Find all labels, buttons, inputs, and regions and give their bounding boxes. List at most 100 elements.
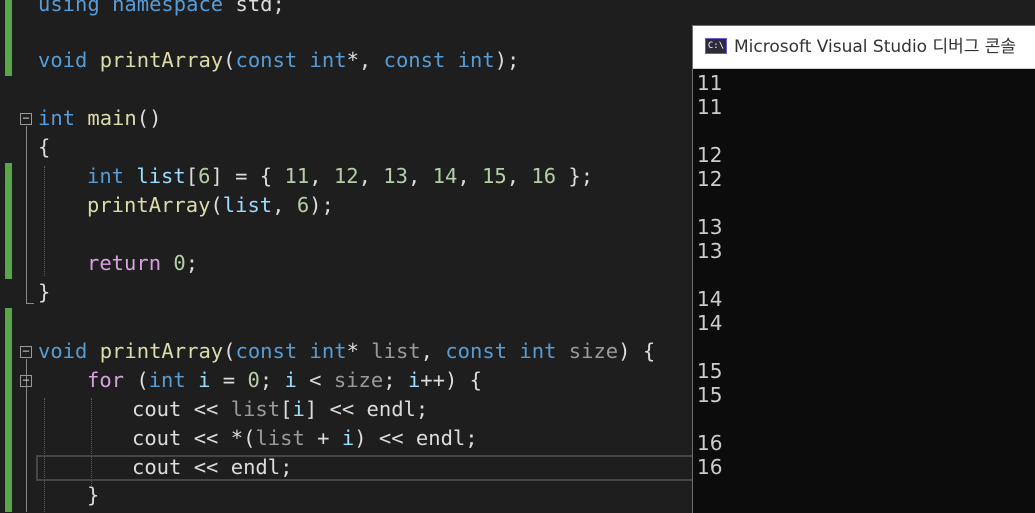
code-token: 12 <box>333 164 359 188</box>
code-line-return[interactable]: return 0; <box>87 249 198 278</box>
code-token: }; <box>556 164 594 188</box>
code-token: ++) { <box>420 368 482 392</box>
code-line-cout-index[interactable]: cout << list[i] << endl; <box>132 395 428 424</box>
debug-console-window[interactable]: C:\ Microsoft Visual Studio 디버그 콘솔 11 11 1… <box>692 25 1035 513</box>
code-token: 6 <box>296 193 310 217</box>
console-output-line: 11 <box>697 71 723 95</box>
code-token: size <box>333 368 384 392</box>
console-title: Microsoft Visual Studio 디버그 콘솔 <box>734 37 1017 57</box>
fold-line <box>26 126 27 303</box>
code-token: ) { <box>618 339 656 363</box>
code-token: [ <box>280 397 293 421</box>
code-token: , <box>457 164 482 188</box>
console-output-line: 15 <box>697 359 723 383</box>
code-token: printArray <box>87 193 211 217</box>
code-line-using[interactable]: using namespace std; <box>38 0 285 19</box>
indent-guide <box>44 166 45 276</box>
code-line-main-close-brace[interactable]: } <box>38 278 50 307</box>
code-token: 0 <box>173 251 186 275</box>
console-output-line: 14 <box>697 287 723 311</box>
console-output-line: 13 <box>697 215 723 239</box>
console-output-line: 15 <box>697 383 723 407</box>
code-line-main-signature[interactable]: int main() <box>38 104 161 133</box>
code-token: 14 <box>432 164 458 188</box>
code-line-cout-pointer[interactable]: cout << *(list + i) << endl; <box>132 424 478 453</box>
code-token: , <box>506 164 532 188</box>
console-output-line: 12 <box>697 143 723 167</box>
console-output-line: 14 <box>697 311 723 335</box>
change-indicator-bar <box>5 308 12 512</box>
collapse-printarray-icon[interactable]: − <box>20 345 32 358</box>
code-token: using <box>38 0 100 16</box>
code-token: cout <box>132 426 182 450</box>
code-token: 16 <box>531 164 557 188</box>
console-output: 11 11 12 12 13 13 14 14 15 15 16 16 <box>697 71 1027 479</box>
code-line-printarray-definition[interactable]: void printArray(const int* list, const i… <box>38 337 655 366</box>
code-token: int <box>309 339 347 363</box>
code-line-prototype[interactable]: void printArray(const int*, const int); <box>38 46 519 75</box>
code-token: } <box>38 280 51 304</box>
code-token: ; <box>280 455 293 479</box>
console-output-line: 11 <box>697 95 723 119</box>
code-token: list <box>230 397 281 421</box>
code-token: printArray <box>99 339 224 363</box>
code-token: *, <box>346 48 384 72</box>
code-token: std; <box>223 0 285 16</box>
code-line-cout-endl[interactable]: cout << endl; <box>132 453 292 482</box>
code-token: ; <box>415 397 429 421</box>
code-token: int <box>38 106 76 130</box>
code-line-for-loop[interactable]: for (int i = 0; i < size; i++) { <box>87 366 482 395</box>
collapse-main-icon[interactable]: − <box>20 112 32 125</box>
code-token: 0 <box>247 368 260 392</box>
code-token: 6 <box>198 164 211 188</box>
code-token: size <box>568 339 619 363</box>
console-app-icon: C:\ <box>705 38 727 54</box>
code-token: ; <box>259 368 285 392</box>
code-token: const <box>235 339 298 363</box>
code-token: list <box>371 339 421 363</box>
code-token: list <box>136 164 186 188</box>
code-token: endl <box>230 455 281 479</box>
code-token: cout <box>132 397 182 421</box>
console-output-line: 13 <box>697 239 723 263</box>
code-token: cout <box>132 455 182 479</box>
code-token: , <box>272 193 297 217</box>
code-token: 11 <box>284 164 310 188</box>
code-token: const <box>235 48 298 72</box>
code-token: ( <box>223 48 236 72</box>
code-token: < <box>296 368 334 392</box>
code-token: printArray <box>99 48 224 72</box>
code-token: ] = { <box>210 164 285 188</box>
code-token: [ <box>185 164 199 188</box>
code-token: 15 <box>482 164 507 188</box>
code-token: ) << <box>354 426 416 450</box>
code-token: for <box>87 368 125 392</box>
code-token: { <box>38 135 51 159</box>
code-line-main-open-brace[interactable]: { <box>38 133 50 162</box>
console-output-line: 16 <box>697 431 723 455</box>
code-token: () <box>136 106 162 130</box>
code-token: void <box>38 339 88 363</box>
collapse-for-loop-icon[interactable]: − <box>20 374 32 387</box>
code-token: list <box>222 193 273 217</box>
code-line-list-declaration[interactable]: int list[6] = { 11, 12, 13, 14, 15, 16 }… <box>87 162 593 191</box>
code-line-for-close-brace[interactable]: } <box>87 481 99 510</box>
code-token: void <box>38 48 88 72</box>
code-token: return <box>87 251 162 275</box>
code-token: ; <box>383 368 408 392</box>
console-title-bar[interactable]: C:\ Microsoft Visual Studio 디버그 콘솔 <box>693 26 1035 69</box>
code-token: = <box>210 368 248 392</box>
code-line-printarray-call[interactable]: printArray(list, 6); <box>87 191 334 220</box>
code-token: ; <box>185 251 199 275</box>
